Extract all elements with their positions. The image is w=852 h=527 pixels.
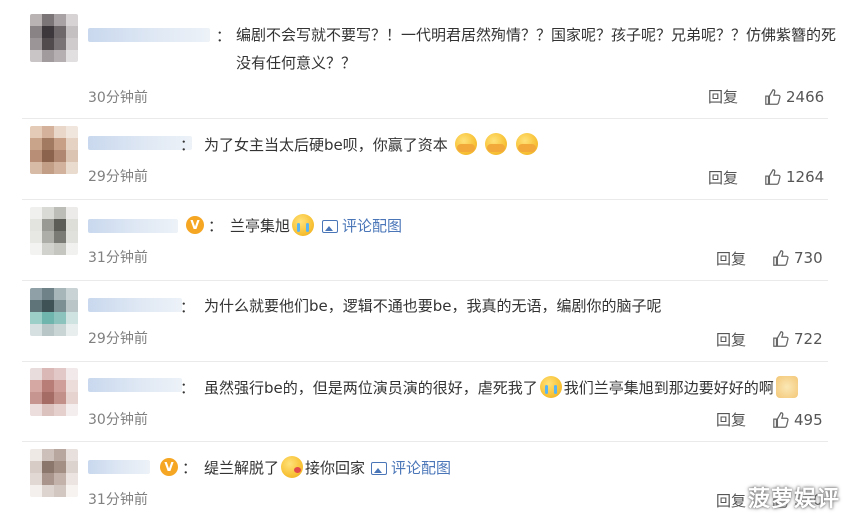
avatar[interactable] — [30, 207, 78, 255]
face-covering-mouth-icon — [516, 133, 539, 155]
avatar[interactable] — [30, 14, 78, 62]
reply-button[interactable]: 回复 — [716, 490, 746, 511]
divider — [22, 361, 828, 362]
colon: ： — [216, 27, 232, 45]
like-count: 2466 — [786, 88, 825, 106]
crying-face-icon — [539, 376, 562, 398]
comment-text: 为什么就要他们be，逻辑不通也要be，我真的无语，编剧你的脑子呢 — [204, 297, 662, 315]
comment-text: 缇兰解脱了 接你回家 评论配图 — [204, 456, 451, 479]
colon: ： — [182, 459, 198, 477]
divider — [22, 280, 828, 281]
avatar[interactable] — [30, 368, 78, 416]
comment-text: 编剧不会写就不要写？！一代明君居然殉情？？国家呢？孩子呢？兄弟呢？？仿佛紫簪的死… — [236, 26, 837, 72]
colon: ： — [180, 136, 196, 154]
username[interactable] — [88, 378, 182, 392]
face-covering-mouth-icon — [454, 133, 477, 155]
avatar[interactable] — [30, 126, 78, 174]
like-button[interactable]: 1264 — [764, 168, 824, 186]
username[interactable] — [88, 136, 192, 150]
comment-text: 为了女主当太后硬be呗，你赢了资本 — [204, 133, 540, 156]
comment-text: 兰亭集旭 评论配图 — [230, 214, 402, 237]
image-icon — [322, 220, 339, 233]
like-button[interactable]: 722 — [772, 330, 823, 348]
crying-face-icon — [292, 214, 315, 236]
username[interactable] — [88, 219, 178, 233]
comment-time: 30分钟前 — [88, 412, 148, 428]
thumbs-up-icon — [773, 250, 789, 266]
like-count: 722 — [794, 330, 823, 348]
username[interactable] — [88, 28, 210, 42]
like-button[interactable]: 2466 — [764, 88, 824, 106]
avatar[interactable] — [30, 449, 78, 497]
thumbs-up-icon — [765, 89, 781, 105]
reply-button[interactable]: 回复 — [716, 248, 746, 269]
comment-text: 虽然强行be的，但是两位演员演的很好，虐死我了 我们兰亭集旭到那边要好好的啊 — [204, 376, 800, 399]
like-count: 1264 — [786, 168, 825, 186]
face-covering-mouth-icon — [485, 133, 508, 155]
comment-time: 29分钟前 — [88, 169, 148, 185]
comment-time: 30分钟前 — [88, 90, 148, 106]
reply-button[interactable]: 回复 — [708, 167, 738, 188]
verified-badge-icon: V — [186, 216, 204, 234]
divider — [22, 118, 828, 119]
username[interactable] — [88, 460, 150, 474]
comment-time: 29分钟前 — [88, 331, 148, 347]
colon: ： — [208, 217, 224, 235]
watermark: 菠萝娱评 — [747, 487, 840, 512]
like-count: 730 — [794, 249, 823, 267]
like-button[interactable]: 495 — [772, 411, 823, 429]
image-icon — [371, 462, 388, 475]
like-count: 495 — [794, 411, 823, 429]
username[interactable] — [88, 298, 182, 312]
comment-time: 31分钟前 — [88, 250, 148, 266]
divider — [22, 441, 828, 442]
comment-image-link[interactable]: 评论配图 — [342, 217, 402, 235]
reply-button[interactable]: 回复 — [716, 409, 746, 430]
colon: ： — [180, 298, 196, 316]
divider — [22, 199, 828, 200]
thumbs-up-icon — [773, 331, 789, 347]
thumbs-up-icon — [765, 169, 781, 185]
reply-button[interactable]: 回复 — [708, 86, 738, 107]
cat-icon — [775, 376, 798, 398]
colon: ： — [180, 379, 196, 397]
like-button[interactable]: 730 — [772, 249, 823, 267]
avatar[interactable] — [30, 288, 78, 336]
verified-badge-icon: V — [160, 458, 178, 476]
comment-time: 31分钟前 — [88, 492, 148, 508]
thumbs-up-icon — [773, 412, 789, 428]
comment-image-link[interactable]: 评论配图 — [391, 459, 451, 477]
reply-button[interactable]: 回复 — [716, 329, 746, 350]
kissing-face-icon — [281, 456, 304, 478]
